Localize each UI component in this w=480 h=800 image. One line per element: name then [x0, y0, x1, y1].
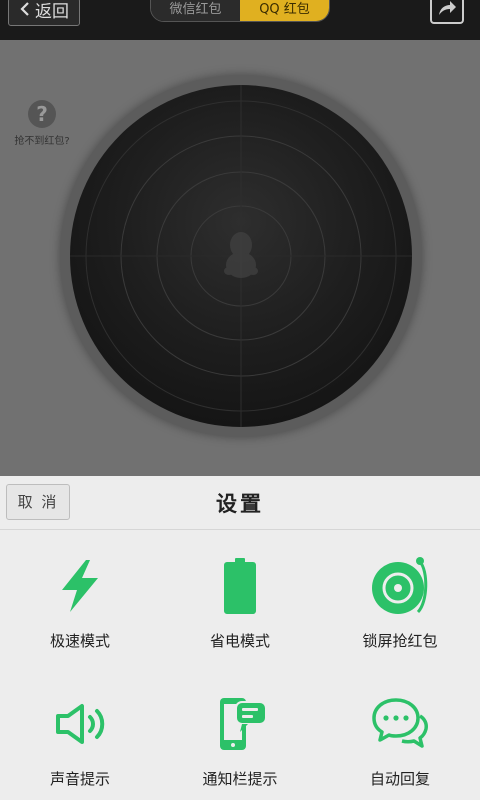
penguin-icon: [224, 232, 258, 278]
option-label: 极速模式: [49, 632, 110, 650]
radar-dial[interactable]: [70, 85, 412, 427]
share-icon: [436, 0, 458, 21]
chat-bubbles-icon: [370, 694, 430, 758]
option-sound-alert[interactable]: 声音提示: [0, 668, 160, 800]
lock-screen-disc-icon: [370, 556, 430, 620]
option-notification-alert[interactable]: 通知栏提示: [160, 668, 320, 800]
option-label: 通知栏提示: [202, 770, 278, 788]
chevron-left-icon: [19, 0, 31, 25]
back-label: 返回: [35, 2, 69, 22]
sheet-header: 取 消 设置: [0, 476, 480, 530]
share-button[interactable]: [430, 0, 464, 24]
radar-rings: [70, 85, 412, 427]
option-label: 锁屏抢红包: [362, 632, 438, 650]
option-label: 自动回复: [369, 770, 430, 788]
battery-icon: [210, 556, 270, 620]
tab-wechat-packet[interactable]: 微信红包: [151, 0, 240, 21]
back-button[interactable]: 返回: [8, 0, 80, 26]
settings-sheet: 取 消 设置 极速模式 省电模式 锁屏抢红包 声音提示 通知栏提示 自动回复: [0, 476, 480, 800]
help-link[interactable]: ? 抢不到红包?: [10, 100, 74, 147]
tab-qq-packet[interactable]: QQ 红包: [240, 0, 329, 21]
top-bar: 返回 微信红包 QQ 红包: [0, 0, 480, 40]
packet-type-tabs: 微信红包 QQ 红包: [150, 0, 330, 22]
option-auto-reply[interactable]: 自动回复: [320, 668, 480, 800]
help-label: 抢不到红包?: [14, 136, 70, 147]
speaker-icon: [50, 694, 110, 758]
option-lock-screen-grab[interactable]: 锁屏抢红包: [320, 530, 480, 668]
lightning-icon: [50, 556, 110, 620]
option-speed-mode[interactable]: 极速模式: [0, 530, 160, 668]
option-label: 省电模式: [209, 632, 270, 650]
sheet-title: 设置: [216, 492, 264, 516]
settings-grid: 极速模式 省电模式 锁屏抢红包 声音提示 通知栏提示 自动回复: [0, 530, 480, 800]
question-icon: ?: [28, 100, 56, 128]
phone-message-icon: [210, 694, 270, 758]
option-label: 声音提示: [49, 770, 110, 788]
option-power-save-mode[interactable]: 省电模式: [160, 530, 320, 668]
